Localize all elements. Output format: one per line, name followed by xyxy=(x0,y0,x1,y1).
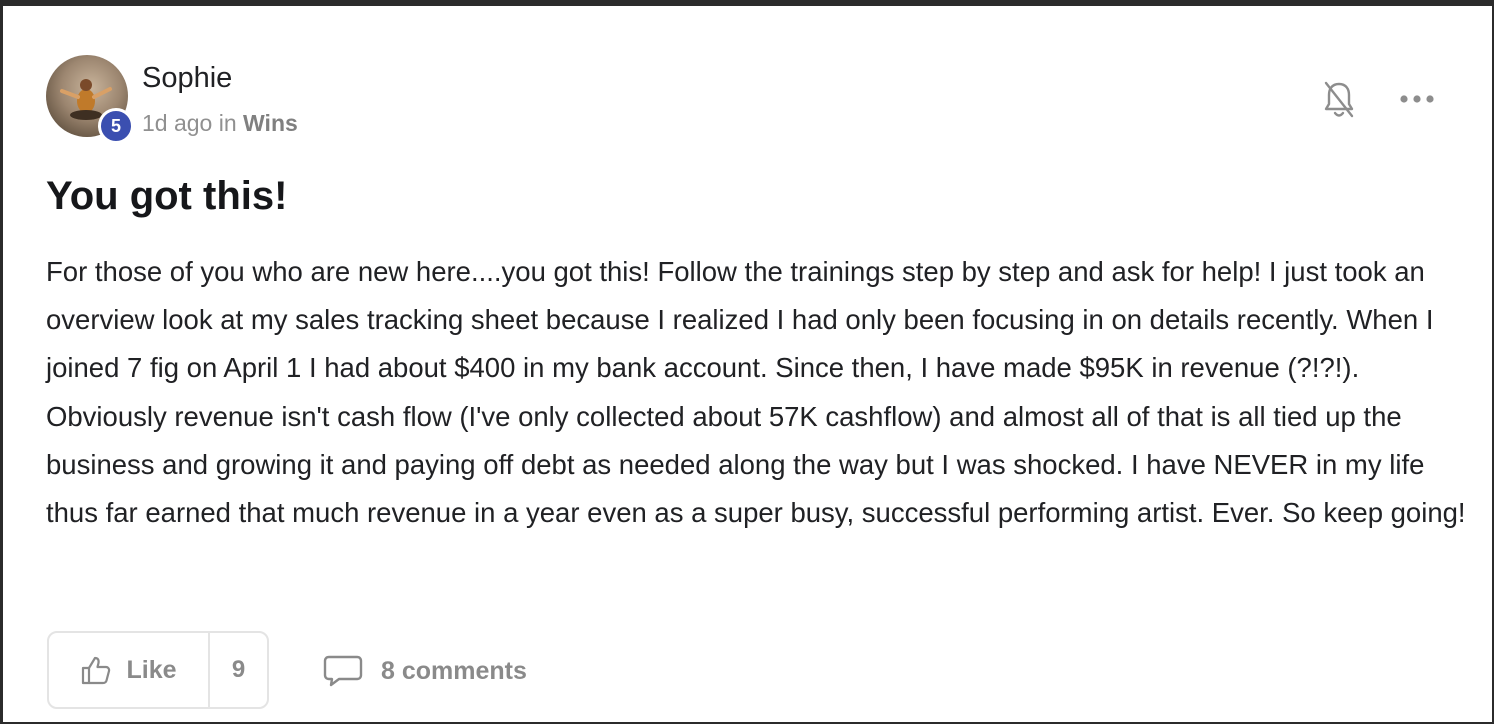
more-options-button[interactable] xyxy=(1395,84,1439,114)
post-card: 5 Sophie 1d ago in Wins You got this! Fo… xyxy=(3,6,1492,722)
meta-in-word: in xyxy=(218,110,237,136)
bell-off-icon xyxy=(1324,81,1354,118)
post-body: For those of you who are new here....you… xyxy=(46,256,1466,529)
level-badge: 5 xyxy=(98,108,134,144)
more-horizontal-icon xyxy=(1400,95,1434,103)
post-time: 1d ago xyxy=(142,110,213,136)
comments-button[interactable]: 8 comments xyxy=(323,651,527,691)
like-label: Like xyxy=(126,655,177,684)
comments-label: 8 comments xyxy=(381,656,527,685)
category-link[interactable]: Wins xyxy=(243,110,298,136)
author-name[interactable]: Sophie xyxy=(142,60,232,96)
like-button[interactable]: Like xyxy=(49,633,210,707)
like-count[interactable]: 9 xyxy=(210,633,267,707)
notification-toggle-button[interactable] xyxy=(1319,78,1359,122)
post-meta: 1d ago in Wins xyxy=(142,108,298,138)
thumbs-up-icon xyxy=(82,656,111,685)
post-title: You got this! xyxy=(46,174,288,218)
comment-bubble-icon xyxy=(323,655,363,687)
like-group: Like 9 xyxy=(47,631,269,709)
